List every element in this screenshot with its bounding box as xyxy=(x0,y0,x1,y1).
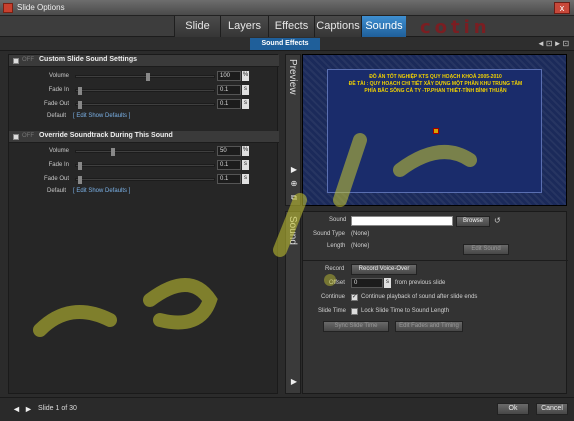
override-fadeout-input[interactable]: 0.1 xyxy=(217,174,241,184)
sound-type-label: Sound Type xyxy=(313,231,345,237)
length-value: (None) xyxy=(351,243,370,249)
override-fadein-unit: s xyxy=(242,160,249,170)
zoom-icon[interactable]: ⊕ xyxy=(289,179,299,189)
brand-logo-text: cotin xyxy=(420,17,491,38)
override-fadeout-unit: s xyxy=(242,174,249,184)
sound-tab-label: Sound xyxy=(287,216,298,245)
custom-edit-defaults-link[interactable]: [ Edit Show Defaults ] xyxy=(73,113,130,119)
custom-sound-toggle[interactable]: OFF xyxy=(22,57,34,63)
browse-button[interactable]: Browse xyxy=(456,216,490,227)
slide-text-line1: ĐỒ ÁN TỐT NGHIỆP KTS QUY HOẠCH KHOÁ 2005… xyxy=(369,74,502,80)
record-label: Record xyxy=(325,266,345,272)
tab-slide[interactable]: Slide xyxy=(174,16,220,37)
ok-button[interactable]: Ok xyxy=(497,403,529,415)
tab-layers[interactable]: Layers xyxy=(220,16,268,37)
sound-file-input[interactable] xyxy=(351,216,453,226)
frame-icon[interactable]: ⧉ xyxy=(289,193,299,203)
custom-volume-label: Volume xyxy=(48,73,69,79)
sub-tab-bar: Sound Effects ◄⊡►⊡ xyxy=(0,37,574,51)
preview-tab-label: Preview xyxy=(287,59,298,95)
slide-counter: Slide 1 of 30 xyxy=(38,405,77,412)
subtab-sound-effects[interactable]: Sound Effects xyxy=(250,38,320,50)
override-sound-toggle[interactable]: OFF xyxy=(22,133,34,139)
offset-suffix: from previous slide xyxy=(395,280,446,286)
tab-sounds[interactable]: Sounds xyxy=(361,16,406,37)
override-volume-input[interactable]: 50 xyxy=(217,146,241,156)
override-sound-header: OFF Override Soundtrack During This Soun… xyxy=(9,131,279,143)
custom-fadein-label: Fade In xyxy=(48,87,69,93)
override-fadeout-slider[interactable] xyxy=(75,176,215,184)
record-voice-over-button[interactable]: Record Voice-Over xyxy=(351,264,417,275)
play-icon[interactable]: ▶ xyxy=(289,165,299,175)
bottom-bar: ◄ ► Slide 1 of 30 Ok Cancel xyxy=(0,397,574,421)
sound-label: Sound xyxy=(329,217,347,223)
lock-slide-time-checkbox[interactable] xyxy=(351,308,358,315)
offset-label: Offset xyxy=(329,280,345,286)
override-volume-unit: % xyxy=(242,146,249,156)
sound-panel: Sound Browse ↺ Sound Type (None) Length … xyxy=(302,211,568,394)
custom-sound-header: OFF Custom Slide Sound Settings xyxy=(9,55,279,67)
override-volume-label: Volume xyxy=(48,148,69,154)
override-volume-slider[interactable] xyxy=(75,148,215,156)
reset-icon[interactable]: ↺ xyxy=(494,216,501,225)
title-bar: Slide Options x xyxy=(0,0,574,16)
override-fadein-label: Fade In xyxy=(48,162,69,168)
override-sound-checkbox[interactable] xyxy=(13,134,19,140)
lock-slide-time-text: Lock Slide Time to Sound Length xyxy=(361,308,450,314)
edit-sound-button[interactable]: Edit Sound xyxy=(463,244,509,255)
window-title: Slide Options xyxy=(17,3,65,12)
tab-effects[interactable]: Effects xyxy=(268,16,314,37)
slide-thumbnail: ĐỒ ÁN TỐT NGHIỆP KTS QUY HOẠCH KHOÁ 2005… xyxy=(327,69,542,193)
sound-vertical-tab[interactable]: Sound ▶ xyxy=(285,211,301,394)
slide-time-label: Slide Time xyxy=(318,308,347,314)
slide-text-line3: PHÍA BẮC SÔNG CÀ TY -TP.PHAN THIẾT-TỈNH … xyxy=(364,88,507,94)
custom-fadeout-label: Fade Out xyxy=(43,101,69,107)
length-label: Length xyxy=(327,243,346,249)
continue-text: Continue playback of sound after slide e… xyxy=(361,294,478,300)
prev-slide-icon[interactable]: ◄ xyxy=(12,404,21,414)
sync-slide-time-button[interactable]: Sync Slide Time xyxy=(323,321,389,332)
sound-play-icon[interactable]: ▶ xyxy=(289,377,299,387)
app-icon xyxy=(3,3,13,13)
slide-preview[interactable]: ĐỒ ÁN TỐT NGHIỆP KTS QUY HOẠCH KHOÁ 2005… xyxy=(302,54,567,206)
sound-marker-icon[interactable] xyxy=(433,128,439,134)
sound-settings-panel: OFF Custom Slide Sound Settings Volume 1… xyxy=(8,54,279,394)
tab-captions[interactable]: Captions xyxy=(314,16,361,37)
custom-volume-input[interactable]: 100 xyxy=(217,71,241,81)
override-fadein-input[interactable]: 0.1 xyxy=(217,160,241,170)
custom-fadeout-slider[interactable] xyxy=(75,101,215,109)
sound-type-value: (None) xyxy=(351,231,370,237)
custom-sound-title: Custom Slide Sound Settings xyxy=(39,56,138,63)
override-default-label: Default xyxy=(47,188,67,194)
nav-arrows-icon[interactable]: ◄⊡►⊡ xyxy=(537,39,570,48)
sound-panel-divider xyxy=(303,260,568,261)
preview-vertical-tab[interactable]: Preview ▶ ⊕ ⧉ xyxy=(285,54,301,206)
continue-label: Continue xyxy=(321,294,346,300)
custom-default-label: Default xyxy=(47,113,67,119)
continue-checkbox[interactable]: ✓ xyxy=(351,294,358,301)
edit-fades-button[interactable]: Edit Fades and Timing xyxy=(395,321,463,332)
custom-fadein-slider[interactable] xyxy=(75,87,215,95)
custom-volume-unit: % xyxy=(242,71,249,81)
custom-fadein-unit: s xyxy=(242,85,249,95)
override-fadeout-label: Fade Out xyxy=(43,176,69,182)
custom-volume-slider[interactable] xyxy=(75,73,215,81)
cancel-button[interactable]: Cancel xyxy=(536,403,568,415)
custom-sound-checkbox[interactable] xyxy=(13,58,19,64)
close-button[interactable]: x xyxy=(554,2,570,14)
custom-fadein-input[interactable]: 0.1 xyxy=(217,85,241,95)
offset-unit: s xyxy=(384,278,391,288)
override-fadein-slider[interactable] xyxy=(75,162,215,170)
slide-text-line2: ĐỀ TÀI : QUY HOẠCH CHI TIẾT XÂY DỰNG MỘT… xyxy=(348,81,523,87)
override-edit-defaults-link[interactable]: [ Edit Show Defaults ] xyxy=(73,188,130,194)
override-sound-title: Override Soundtrack During This Sound xyxy=(39,132,173,139)
custom-fadeout-unit: s xyxy=(242,99,249,109)
offset-input[interactable]: 0 xyxy=(351,278,383,288)
next-slide-icon[interactable]: ► xyxy=(24,404,33,414)
custom-fadeout-input[interactable]: 0.1 xyxy=(217,99,241,109)
